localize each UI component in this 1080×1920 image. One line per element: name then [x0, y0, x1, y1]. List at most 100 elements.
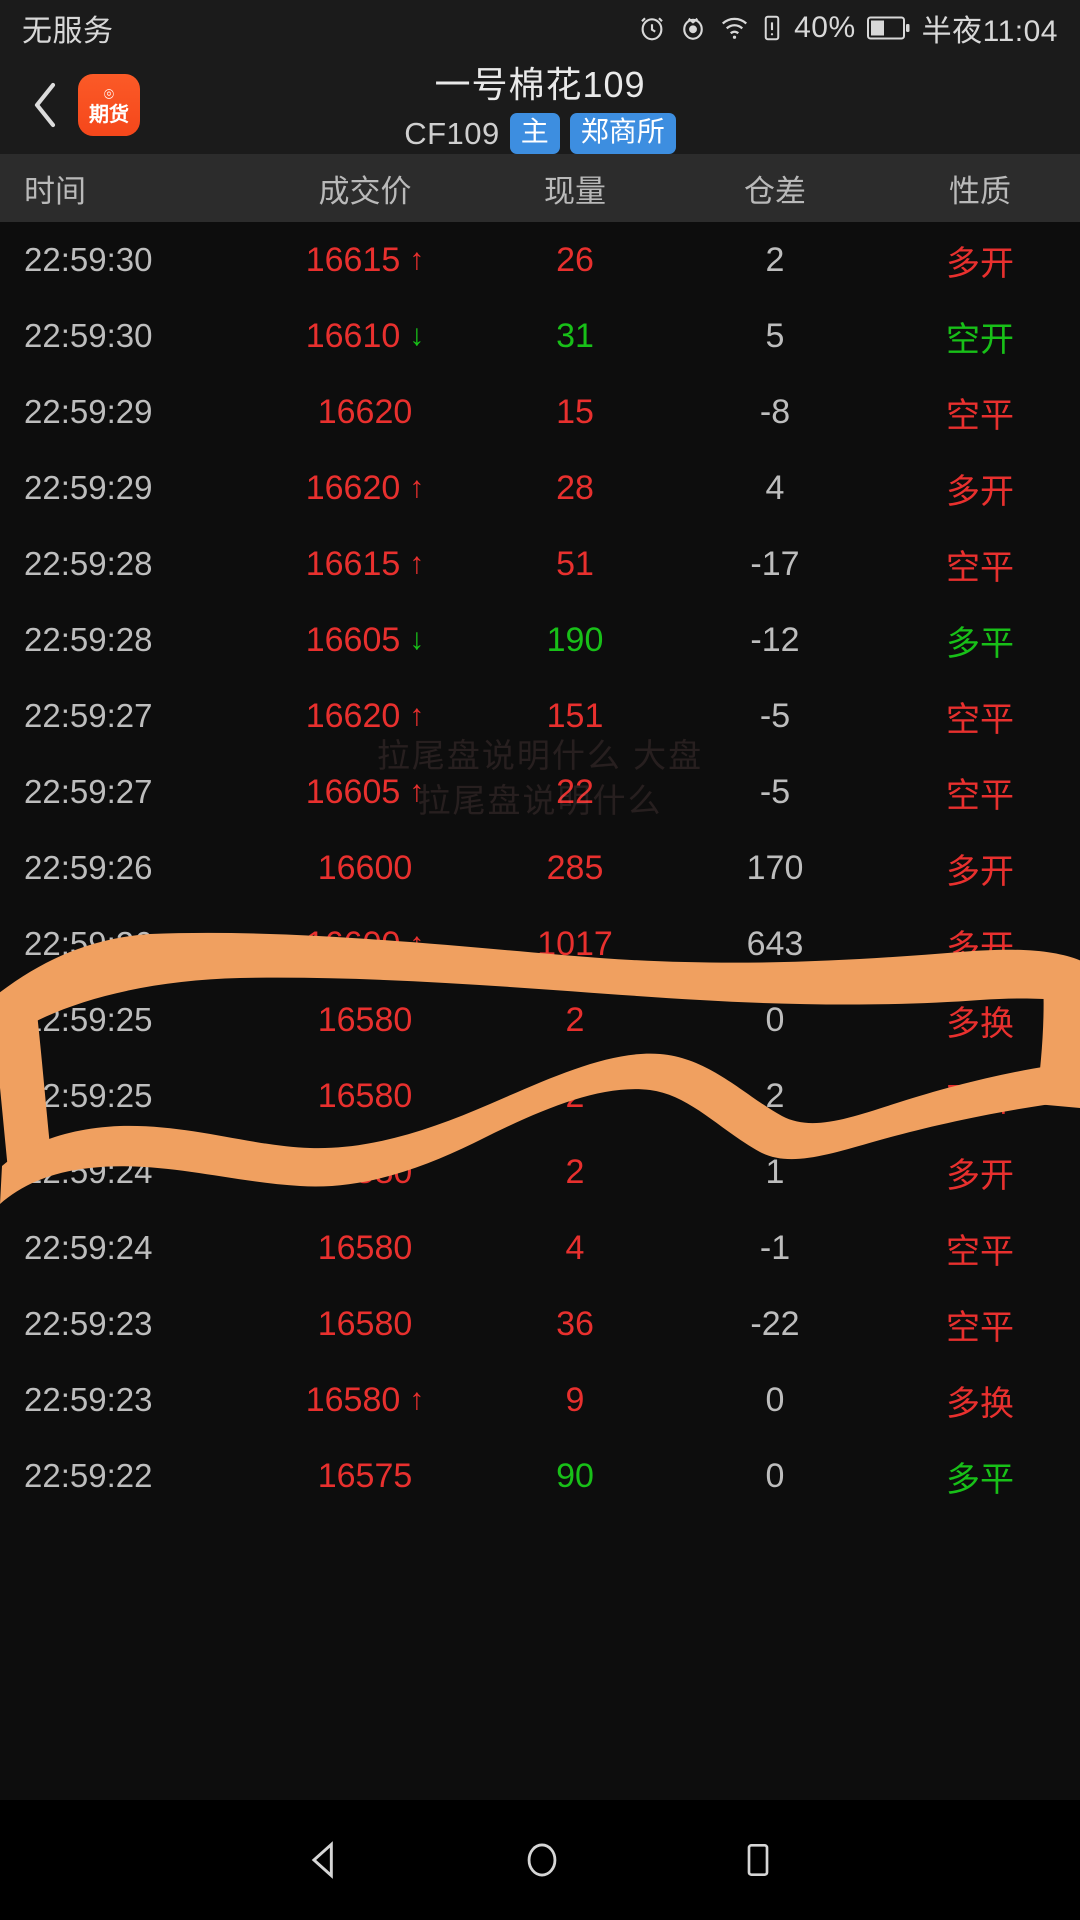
cell-volume: 1017 [537, 924, 613, 963]
cell-open-interest-change: 170 [746, 848, 804, 887]
nav-back-button[interactable] [302, 1838, 346, 1882]
arrow-up-icon: ↑ [409, 547, 425, 580]
status-bar-left: 无服务 [22, 6, 114, 50]
cell-time: 22:59:25 [24, 1077, 153, 1114]
cell-volume: 36 [556, 1304, 594, 1343]
cell-volume: 190 [546, 620, 604, 659]
cell-volume: 31 [556, 316, 594, 355]
cell-volume: 15 [556, 392, 594, 431]
cell-nature: 多开 [946, 244, 1014, 283]
price-value: 16620 [317, 392, 413, 431]
price-value: 16600 [305, 924, 401, 963]
cell-price: 16575 [250, 1457, 480, 1496]
cell-time: 22:59:26 [24, 925, 153, 962]
cell-nature: 多换 [946, 1004, 1014, 1043]
table-row[interactable]: 22:59:24 16580 2 1 多开 [0, 1134, 1080, 1210]
nav-recents-button[interactable] [738, 1839, 778, 1881]
nav-back-icon [311, 1841, 333, 1879]
cell-open-interest-change: -22 [750, 1304, 800, 1343]
price-value: 16575 [317, 1456, 413, 1495]
price-value: 16615 [305, 240, 401, 279]
table-row[interactable]: 22:59:22 16575 90 0 多平 [0, 1438, 1080, 1514]
back-button[interactable] [22, 77, 68, 133]
price-value: 16580 [317, 1000, 413, 1039]
cell-time: 22:59:26 [24, 849, 153, 886]
cell-time: 22:59:29 [24, 393, 153, 430]
cell-open-interest-change: -17 [750, 544, 800, 583]
column-header-time: 时间 [24, 173, 86, 209]
system-nav-bar [0, 1800, 1080, 1920]
cell-open-interest-change: -1 [759, 1228, 791, 1267]
cell-open-interest-change: 1 [765, 1152, 785, 1191]
table-row[interactable]: 22:59:30 16615 ↑ 26 2 多开 [0, 222, 1080, 298]
table-row[interactable]: 22:59:26 16600 285 170 多开 [0, 830, 1080, 906]
cell-volume: 285 [546, 848, 604, 887]
table-row[interactable]: 22:59:27 16605 ↑ 22 -5 空平 [0, 754, 1080, 830]
column-header-oi: 仓差 [744, 173, 806, 209]
status-bar: 无服务 40% 半夜11:04 [0, 0, 1080, 56]
battery-icon [866, 15, 911, 41]
cell-open-interest-change: 2 [765, 1076, 785, 1115]
cell-nature: 多开 [946, 928, 1014, 967]
cell-time: 22:59:23 [24, 1381, 153, 1418]
cell-price: 16580 [250, 1229, 480, 1268]
trade-tick-table[interactable]: 22:59:30 16615 ↑ 26 2 多开 22:59:30 16610 ↓ 31 5 空开 22… [0, 222, 1080, 1514]
cell-nature: 多开 [946, 852, 1014, 891]
cell-nature: 空平 [946, 776, 1014, 815]
nav-recents-icon [747, 1844, 769, 1877]
nav-home-button[interactable] [521, 1839, 563, 1881]
wifi-icon [719, 13, 750, 43]
cell-volume: 2 [565, 1000, 585, 1039]
price-value: 16600 [317, 848, 413, 887]
table-row[interactable]: 22:59:28 16615 ↑ 51 -17 空平 [0, 526, 1080, 602]
arrow-up-icon: ↑ [409, 471, 425, 504]
cell-volume: 22 [556, 772, 594, 811]
cell-open-interest-change: 4 [765, 468, 785, 507]
table-row[interactable]: 22:59:24 16580 4 -1 空平 [0, 1210, 1080, 1286]
table-row[interactable]: 22:59:29 16620 ↑ 28 4 多开 [0, 450, 1080, 526]
cell-price: 16580 [250, 1001, 480, 1040]
table-row[interactable]: 22:59:28 16605 ↓ 190 -12 多平 [0, 602, 1080, 678]
status-bar-right: 40% 半夜11:04 [637, 6, 1058, 50]
app-badge-label: 期货 [89, 103, 129, 126]
app-logo-badge[interactable]: ⌾ 期货 [78, 74, 140, 136]
table-row[interactable]: 22:59:25 16580 2 2 双开 [0, 1058, 1080, 1134]
title-subrow: CF109 主 郑商所 [404, 113, 676, 154]
badge-main-contract: 主 [509, 113, 560, 154]
price-value: 16580 [317, 1228, 413, 1267]
cell-time: 22:59:28 [24, 621, 153, 658]
cell-price: 16615 ↑ [250, 545, 480, 584]
arrow-down-icon: ↓ [409, 319, 425, 352]
table-scroll-clip[interactable]: 22:59:30 16615 ↑ 26 2 多开 22:59:30 16610 ↓ 31 5 空开 22… [0, 222, 1080, 1800]
cell-volume: 90 [556, 1456, 594, 1495]
cell-time: 22:59:27 [24, 697, 153, 734]
cell-volume: 28 [556, 468, 594, 507]
cell-price: 16620 ↑ [250, 469, 480, 508]
table-row[interactable]: 22:59:30 16610 ↓ 31 5 空开 [0, 298, 1080, 374]
table-row[interactable]: 22:59:25 16580 2 0 多换 [0, 982, 1080, 1058]
price-value: 16620 [305, 696, 401, 735]
price-value: 16580 [317, 1076, 413, 1115]
nav-home-icon [527, 1843, 557, 1877]
price-value: 16605 [305, 772, 401, 811]
cell-time: 22:59:27 [24, 773, 153, 810]
cell-nature: 空平 [946, 1308, 1014, 1347]
cell-nature: 空平 [946, 396, 1014, 435]
cell-price: 16620 ↑ [250, 697, 480, 736]
cell-time: 22:59:22 [24, 1457, 153, 1494]
cell-volume: 2 [565, 1152, 585, 1191]
cell-time: 22:59:23 [24, 1305, 153, 1342]
cell-price: 16620 [250, 393, 480, 432]
table-row[interactable]: 22:59:26 16600 ↑ 1017 643 多开 [0, 906, 1080, 982]
cell-time: 22:59:24 [24, 1153, 153, 1190]
price-value: 16580 [317, 1304, 413, 1343]
cell-open-interest-change: 5 [765, 316, 785, 355]
cell-open-interest-change: -5 [759, 696, 791, 735]
table-row[interactable]: 22:59:23 16580 36 -22 空平 [0, 1286, 1080, 1362]
cell-nature: 多换 [946, 1384, 1014, 1423]
table-row[interactable]: 22:59:29 16620 15 -8 空平 [0, 374, 1080, 450]
cell-nature: 空平 [946, 1232, 1014, 1271]
table-row[interactable]: 22:59:27 16620 ↑ 151 -5 空平 [0, 678, 1080, 754]
table-row[interactable]: 22:59:23 16580 ↑ 9 0 多换 [0, 1362, 1080, 1438]
cell-nature: 空开 [946, 320, 1014, 359]
